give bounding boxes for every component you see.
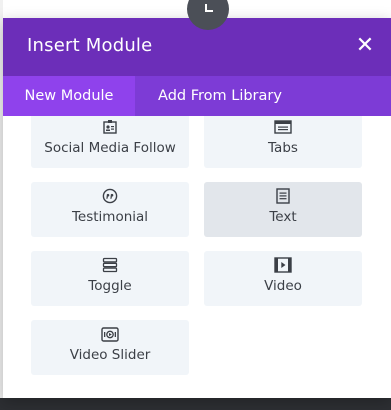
module-card-tabs[interactable]: Tabs [204, 116, 362, 168]
tabs-icon [204, 119, 362, 135]
tab-new-module-label: New Module [24, 88, 114, 104]
module-label: Social Media Follow [44, 140, 176, 156]
module-card-text[interactable]: Text [204, 182, 362, 237]
tab-new-module[interactable]: New Module [3, 76, 135, 116]
module-card-toggle[interactable]: Toggle [31, 251, 189, 306]
module-grid: Social Media Follow Tabs Testimonial Tex… [3, 116, 391, 398]
tab-add-from-library[interactable]: Add From Library [135, 76, 305, 116]
module-card-testimonial[interactable]: Testimonial [31, 182, 189, 237]
module-label: Testimonial [71, 209, 149, 225]
insert-module-modal: Insert Module ✕ New Module Add From Libr… [3, 18, 391, 398]
module-card-social-media-follow[interactable]: Social Media Follow [31, 116, 189, 168]
video-slider-icon [31, 326, 189, 342]
close-icon[interactable]: ✕ [352, 33, 378, 59]
handle-mark-icon [205, 4, 213, 12]
tab-add-from-library-label: Add From Library [158, 88, 282, 104]
video-icon [204, 257, 362, 273]
quote-icon [31, 188, 189, 204]
page-dark-footer [0, 398, 391, 410]
module-label: Text [269, 209, 297, 225]
module-card-video-slider[interactable]: Video Slider [31, 320, 189, 375]
social-follow-icon [31, 119, 189, 135]
toggle-icon [31, 257, 189, 273]
module-label: Video Slider [69, 347, 151, 363]
module-card-video[interactable]: Video [204, 251, 362, 306]
module-label: Toggle [88, 278, 132, 294]
modal-tabs: New Module Add From Library [3, 76, 391, 116]
modal-title: Insert Module [27, 35, 153, 56]
module-label: Tabs [268, 140, 298, 156]
module-label: Video [264, 278, 302, 294]
text-icon [204, 188, 362, 204]
